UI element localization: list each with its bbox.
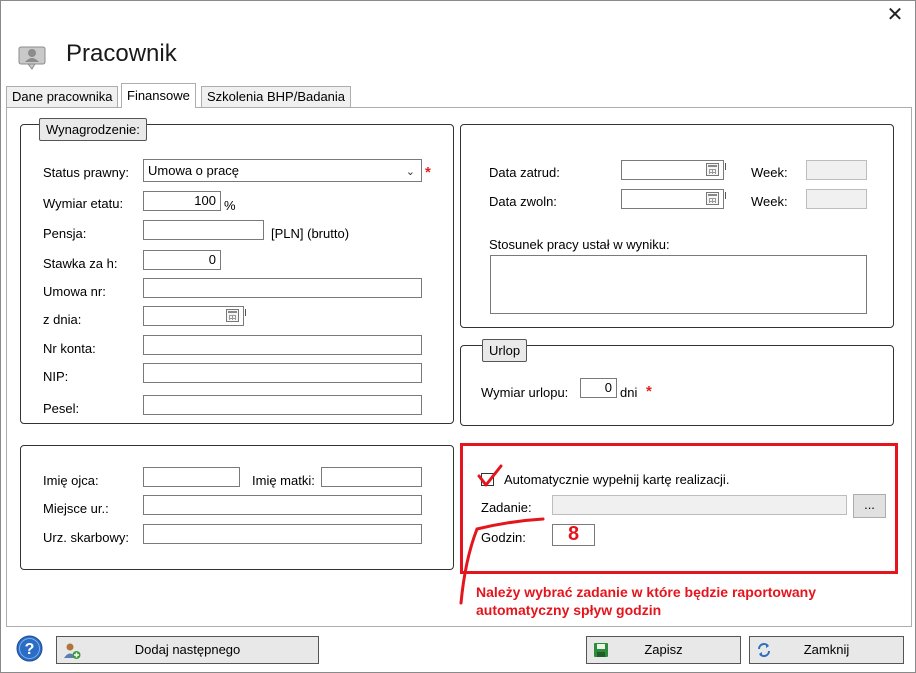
close-button[interactable]: Zamknij [749,636,904,664]
wymiar-etatu-input[interactable]: 100 [143,191,221,211]
status-label: Status prawny: [43,165,129,180]
data-zwoln-label: Data zwoln: [489,194,557,209]
miejsce-ur-label: Miejsce ur.: [43,501,109,516]
data-zwoln-datepicker[interactable] [621,189,726,209]
employee-icon [18,46,46,70]
godzin-input[interactable]: 8 [552,524,595,546]
urlop-legend: Urlop [482,339,528,362]
imie-matki-input[interactable] [321,467,422,487]
close-icon[interactable]: ✕ [884,4,906,26]
tab-dane-pracownika[interactable]: Dane pracownika [6,86,119,107]
required-marker: * [425,164,431,181]
add-next-label: Dodaj następnego [134,642,241,657]
z-dnia-datepicker[interactable] [143,306,246,326]
stawka-input[interactable]: 0 [143,250,221,270]
page-title: Pracownik [66,40,177,67]
pensja-input[interactable] [143,220,264,240]
stawka-label: Stawka za h: [43,256,118,271]
annotation-text-line-1: Należy wybrać zadanie w które będzie rap… [476,584,816,600]
week-label-2: Week: [751,194,788,209]
auto-fill-label: Automatycznie wypełnij kartę realizacji. [504,472,730,487]
calendar-icon[interactable] [226,309,239,322]
stosunek-textarea[interactable] [490,255,867,314]
stosunek-label: Stosunek pracy ustał w wyniku: [489,237,670,252]
pesel-label: Pesel: [43,401,80,416]
data-zatrud-label: Data zatrud: [489,165,560,180]
umowa-nr-input[interactable] [143,278,422,298]
wymiar-urlopu-label: Wymiar urlopu: [481,385,569,400]
urzad-skarbowy-label: Urz. skarbowy: [43,530,129,545]
wymiar-urlopu-input[interactable]: 0 [580,378,617,398]
pesel-input[interactable] [143,395,422,415]
umowa-nr-label: Umowa nr: [43,284,106,299]
miejsce-ur-input[interactable] [143,495,422,515]
status-select[interactable]: Umowa o pracę ⌄ [143,159,422,182]
week-field-1 [806,160,867,180]
checkmark-icon [477,464,503,487]
nr-konta-input[interactable] [143,335,422,355]
dni-unit: dni [620,385,638,400]
help-icon[interactable]: ? [16,635,43,662]
tab-finansowe[interactable]: Finansowe [121,83,196,108]
urzad-skarbowy-input[interactable] [143,524,422,544]
data-zatrud-datepicker[interactable] [621,160,726,180]
nr-konta-label: Nr konta: [43,341,96,356]
imie-ojca-input[interactable] [143,467,240,487]
percent-unit: % [224,198,236,213]
pensja-label: Pensja: [43,226,87,241]
annotation-text-line-2: automatyczny spływ godzin [476,602,662,618]
zadanie-input[interactable] [552,495,847,515]
imie-matki-label: Imię matki: [252,473,315,488]
save-label: Zapisz [644,642,683,657]
add-next-button[interactable]: Dodaj następnego [56,636,319,664]
z-dnia-label: z dnia: [43,312,82,327]
save-button[interactable]: Zapisz [586,636,741,664]
wynagrodzenie-legend: Wynagrodzenie: [39,118,147,141]
nip-input[interactable] [143,363,422,383]
close-label: Zamknij [803,642,850,657]
zadanie-label: Zadanie: [481,500,532,515]
calendar-icon[interactable] [706,192,719,205]
week-field-2 [806,189,867,209]
imie-ojca-label: Imię ojca: [43,473,99,488]
tab-szkolenia[interactable]: Szkolenia BHP/Badania [201,86,352,107]
chevron-down-icon: ⌄ [405,166,415,178]
required-marker: * [646,383,652,400]
status-value: Umowa o pracę [148,163,240,178]
wymiar-etatu-label: Wymiar etatu: [43,196,124,211]
svg-text:?: ? [25,641,35,658]
calendar-icon[interactable] [706,163,719,176]
nip-label: NIP: [43,369,69,384]
zadanie-browse-button[interactable]: ... [853,494,886,518]
week-label-1: Week: [751,165,788,180]
pensja-unit: [PLN] (brutto) [271,226,350,241]
